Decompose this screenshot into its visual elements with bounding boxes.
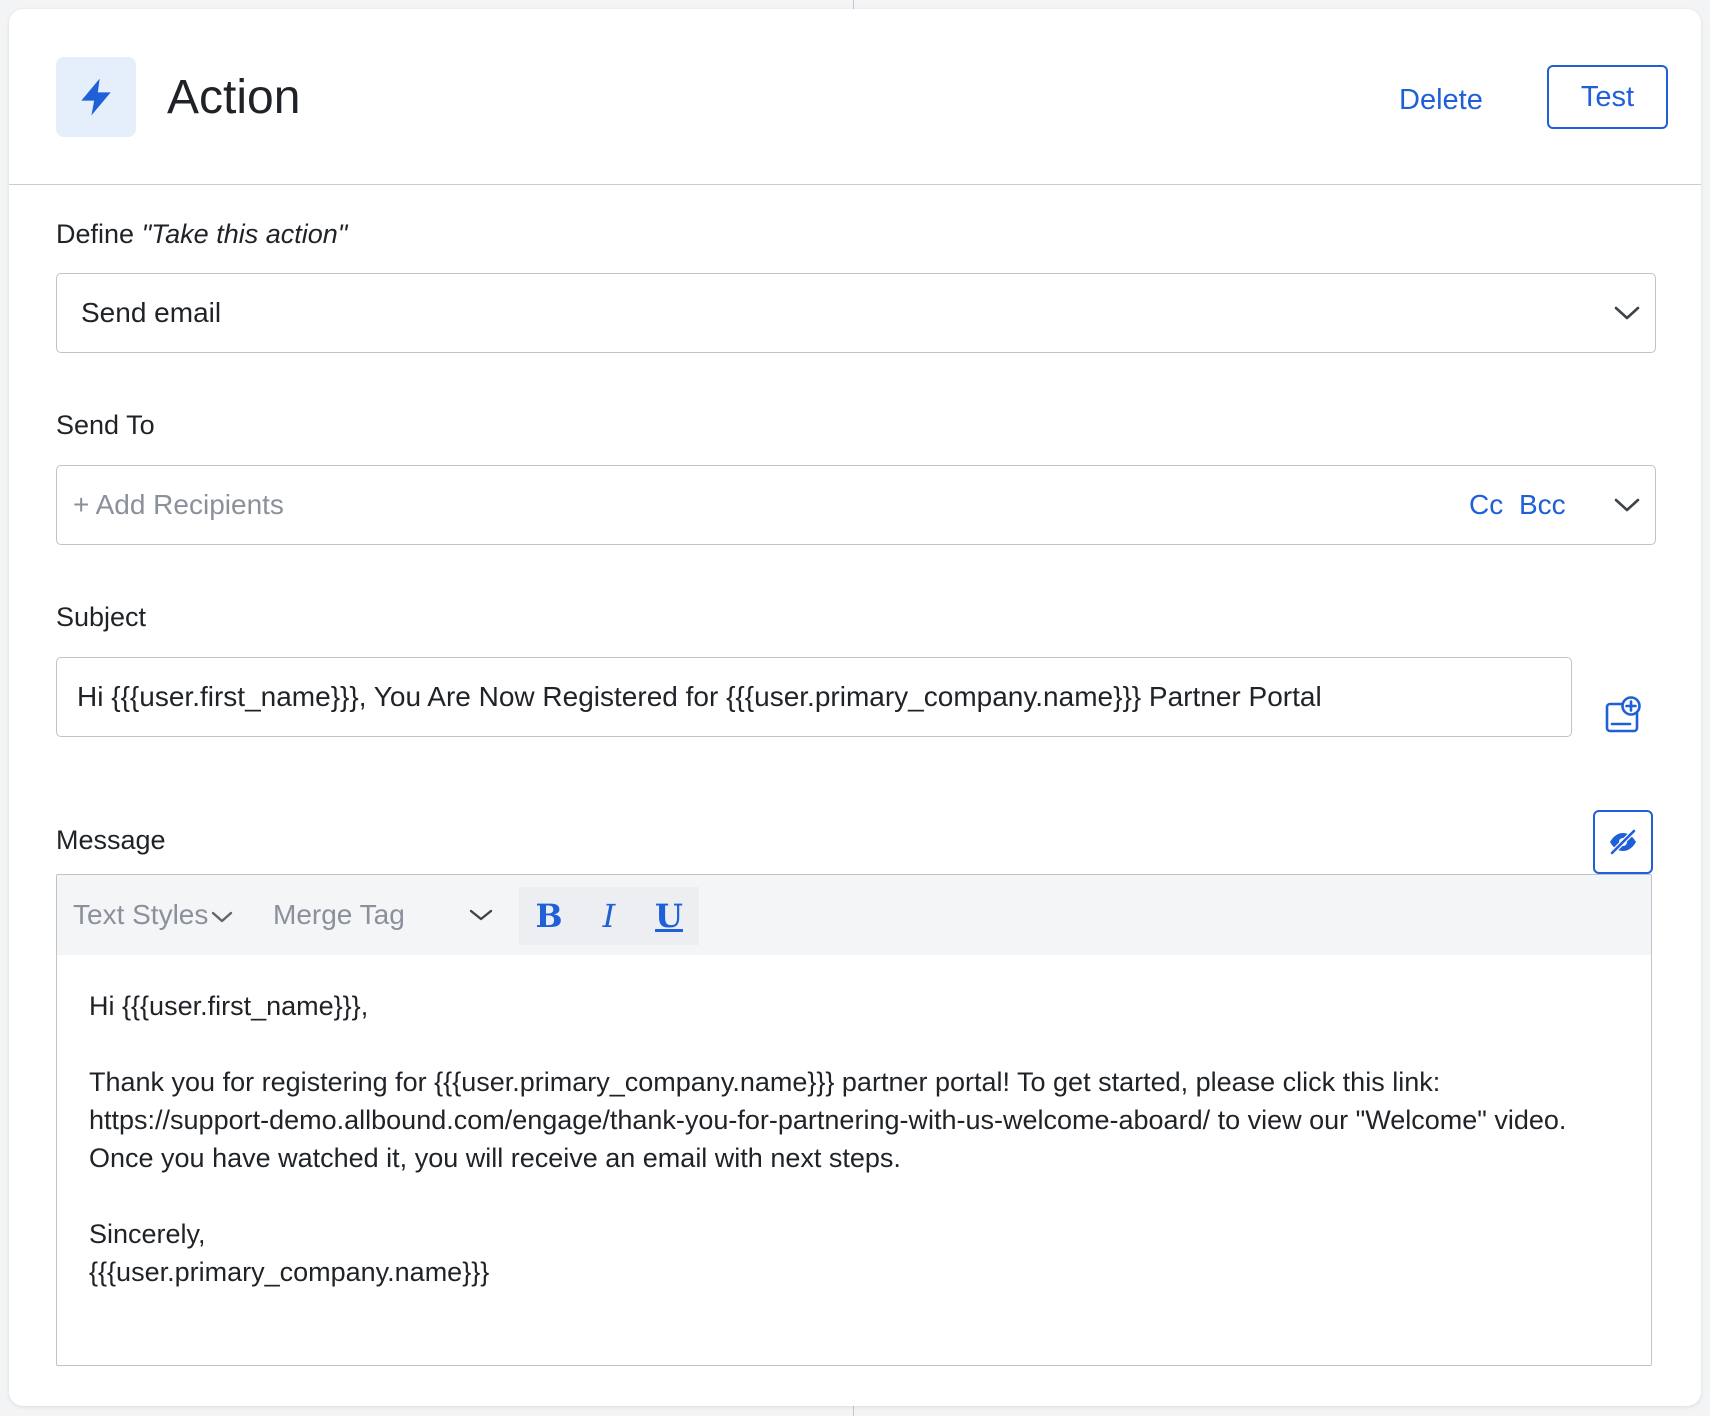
message-paragraph: Thank you for registering for {{{user.pr…: [89, 1067, 1567, 1173]
subject-label: Subject: [56, 602, 147, 632]
message-editor[interactable]: Text Styles Merge Tag B I U Hi {{{user.f…: [56, 874, 1652, 1366]
underline-button[interactable]: U: [639, 887, 699, 945]
italic-button[interactable]: I: [579, 887, 639, 945]
page-title: Action: [167, 71, 301, 124]
test-button[interactable]: Test: [1547, 65, 1668, 129]
lightning-bolt-icon: [81, 78, 111, 116]
subject-value: Hi {{{user.first_name}}}, You Are Now Re…: [77, 681, 1322, 712]
delete-button[interactable]: Delete: [1399, 86, 1483, 115]
recipients-field[interactable]: + Add Recipients Cc Bcc: [56, 465, 1656, 545]
bold-button[interactable]: B: [519, 887, 579, 945]
message-body[interactable]: Hi {{{user.first_name}}}, Thank you for …: [89, 987, 1619, 1291]
action-type-select[interactable]: Send email: [56, 273, 1656, 353]
action-icon-container: [56, 57, 136, 137]
merge-tag-chevron-down-icon[interactable]: [467, 901, 495, 929]
text-styles-dropdown[interactable]: Text Styles: [73, 899, 233, 931]
eye-off-icon: [1609, 828, 1637, 856]
define-label: Define "Take this action": [56, 221, 347, 248]
preview-toggle-button[interactable]: [1593, 810, 1653, 874]
recipients-placeholder: + Add Recipients: [73, 489, 284, 520]
action-type-value: Send email: [81, 297, 222, 328]
send-to-label: Send To: [56, 410, 155, 440]
action-panel: Action Delete Test Define "Take this act…: [9, 9, 1701, 1406]
text-styles-label: Text Styles: [73, 899, 209, 930]
message-greeting: Hi {{{user.first_name}}},: [89, 991, 369, 1021]
chevron-down-icon: [212, 911, 233, 922]
cc-link[interactable]: Cc: [1469, 489, 1503, 521]
merge-tag-label: Merge Tag: [273, 899, 405, 930]
chevron-down-icon[interactable]: [1613, 491, 1641, 519]
merge-tag-dropdown[interactable]: Merge Tag: [273, 899, 405, 931]
message-signature: {{{user.primary_company.name}}}: [89, 1257, 490, 1287]
message-closing: Sincerely,: [89, 1219, 206, 1249]
define-label-prefix: Define: [56, 219, 142, 249]
editor-toolbar: Text Styles Merge Tag B I U: [57, 875, 1651, 955]
bcc-link[interactable]: Bcc: [1519, 489, 1566, 521]
subject-input[interactable]: Hi {{{user.first_name}}}, You Are Now Re…: [56, 657, 1572, 737]
define-label-emphasis: "Take this action": [141, 219, 348, 249]
add-merge-tag-icon[interactable]: [1603, 695, 1643, 735]
chevron-down-icon[interactable]: [1613, 299, 1641, 327]
panel-header: Action Delete Test: [9, 9, 1701, 185]
message-label: Message: [56, 825, 166, 855]
